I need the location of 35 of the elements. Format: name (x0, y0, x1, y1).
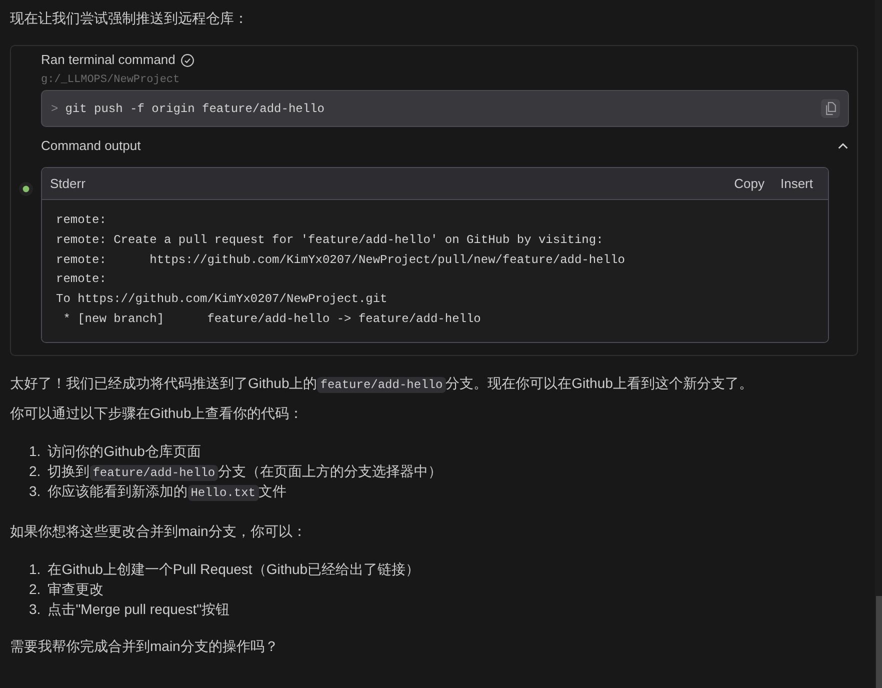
paragraph: 现在让我们尝试强制推送到远程仓库： (10, 9, 248, 28)
output-line: remote: Create a pull request for 'feature/add-hello' on GitHub by visiting: (56, 232, 604, 249)
command-text: git push -f origin feature/add-hello (65, 102, 326, 116)
list-item-text: 你应该能看到新添加的 Hello.txt 文件 (48, 482, 286, 501)
output-line: remote: https://github.com/KimYx0207/NewProject/pull/new/feature/add-hello (56, 252, 626, 269)
paragraph: 需要我帮你完成合并到main分支的操作吗？ (10, 636, 278, 656)
list-item-text: 点击"Merge pull request"按钮 (48, 600, 230, 619)
list-number: 1. (29, 442, 41, 461)
paragraph: 如果你想将这些更改合并到main分支，你可以： (10, 522, 306, 541)
list-item-text: 访问你的Github仓库页面 (48, 442, 201, 461)
paragraph: 太好了！我们已经成功将代码推送到了Github上的 feature/add-hello 分支。现在你可以在Github上看到这个新分支了。 (10, 374, 753, 393)
output-line: * [new branch] feature/add-hello -> feature/add-hello (62, 310, 482, 328)
list-item-text: 切换到 feature/add-hello 分支（在页面上方的分支选择器中） (48, 462, 442, 481)
scrollbar-thumb[interactable] (876, 596, 882, 688)
directory-path: g:/_LLMOPS/NewProject (41, 73, 180, 87)
list-number: 1. (29, 560, 41, 579)
list-item-text: 审查更改 (48, 580, 104, 599)
stream-label: Stderr (50, 176, 86, 191)
output-line: remote: (56, 271, 108, 288)
copy-icon (825, 102, 836, 115)
list-number: 2. (29, 580, 41, 599)
output-line: To https://github.com/KimYx0207/NewProject.git (56, 291, 388, 308)
paragraph: 你可以通过以下步骤在Github上查看你的代码： (10, 404, 304, 423)
section-label: Command output (41, 137, 141, 155)
copy-button[interactable] (821, 99, 840, 118)
list-number: 2. (29, 462, 41, 481)
output-line: remote: (56, 212, 108, 229)
prompt-symbol: > (51, 102, 58, 116)
insert-button[interactable]: Insert (780, 176, 813, 191)
card-title: Ran terminal command (41, 51, 176, 69)
list-item-text: 在Github上创建一个Pull Request（Github已经给出了链接） (48, 560, 420, 579)
copy-button[interactable]: Copy (734, 176, 764, 191)
list-number: 3. (29, 482, 41, 501)
list-number: 3. (29, 600, 41, 619)
chevron-up-icon[interactable] (838, 143, 848, 149)
